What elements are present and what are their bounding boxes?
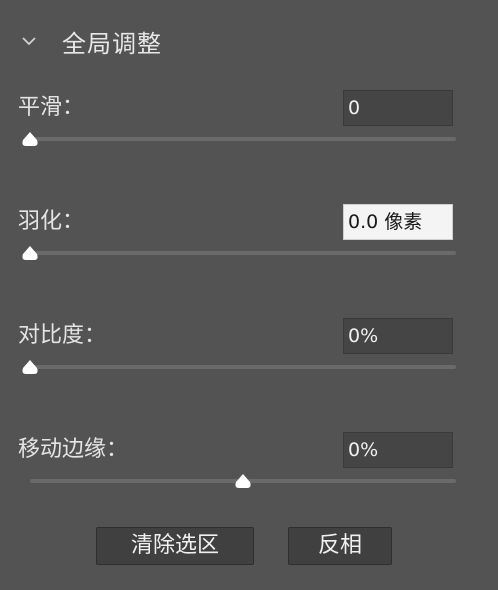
invert-button[interactable]: 反相 [288, 527, 392, 565]
feather-slider-thumb[interactable] [20, 245, 40, 261]
shift-edge-value-field[interactable]: 0% [343, 432, 453, 468]
smooth-label: 平滑： [18, 95, 85, 120]
contrast-value-field[interactable]: 0% [343, 318, 453, 354]
clear-selection-button[interactable]: 清除选区 [96, 527, 254, 565]
chevron-down-icon[interactable] [18, 30, 40, 52]
contrast-label: 对比度： [18, 323, 107, 348]
feather-slider-track[interactable] [30, 251, 456, 255]
section-title: 全局调整 [62, 29, 162, 58]
feather-value-field[interactable]: 0.0 像素 [343, 204, 453, 240]
smooth-value-field[interactable]: 0 [343, 90, 453, 126]
feather-label: 羽化： [18, 209, 85, 234]
shift-edge-label: 移动边缘： [18, 437, 129, 462]
shift-edge-slider-thumb[interactable] [233, 473, 253, 489]
contrast-slider-track[interactable] [30, 365, 456, 369]
section-header[interactable]: 全局调整 [18, 24, 162, 58]
smooth-slider-thumb[interactable] [20, 131, 40, 147]
contrast-slider-thumb[interactable] [20, 359, 40, 375]
smooth-slider-track[interactable] [30, 137, 456, 141]
global-adjustments-panel: 全局调整 平滑： 0 羽化： 0.0 像素 对比度： 0% 移动边缘： 0% 清… [0, 0, 498, 590]
